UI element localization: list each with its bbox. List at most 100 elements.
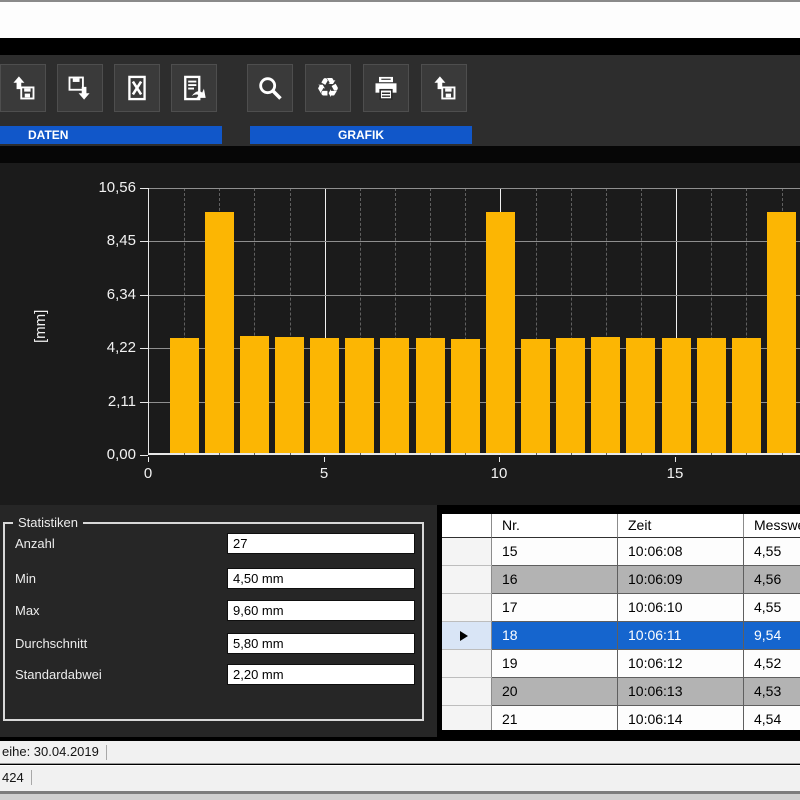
y-axis-tick xyxy=(140,241,148,242)
column-header-nr[interactable]: Nr. xyxy=(492,514,618,538)
cell-zeit[interactable]: 10:06:14 xyxy=(618,706,744,730)
row-selector-cell[interactable] xyxy=(442,706,492,730)
row-selector-cell[interactable] xyxy=(442,566,492,594)
stat-label-durchschnitt: Durchschnitt xyxy=(15,636,87,651)
export-data-button[interactable] xyxy=(171,64,217,112)
current-row-indicator-cell[interactable] xyxy=(442,622,492,650)
save-data-button[interactable] xyxy=(57,64,103,112)
cell-messwert[interactable]: 4,53 xyxy=(744,678,800,706)
cell-nr[interactable]: 18 xyxy=(492,622,618,650)
cell-messwert[interactable]: 4,52 xyxy=(744,650,800,678)
cell-messwert[interactable]: 4,55 xyxy=(744,594,800,622)
series-date-status: eihe: 30.04.2019 xyxy=(0,741,99,763)
row-selector-cell[interactable] xyxy=(442,594,492,622)
separator-band xyxy=(0,38,800,55)
durchschnitt-field[interactable] xyxy=(227,633,415,654)
row-selector-cell[interactable] xyxy=(442,678,492,706)
stat-label-anzahl: Anzahl xyxy=(15,536,55,551)
printer-icon xyxy=(372,74,400,102)
gridline-horizontal xyxy=(149,295,800,296)
bar-2 xyxy=(205,212,234,453)
statistics-title: Statistiken xyxy=(13,515,83,530)
toolbar-group-daten-label: DATEN xyxy=(0,126,222,144)
table-header-row: Nr.ZeitMesswert xyxy=(442,514,800,538)
stat-label-standardabwei: Standardabwei xyxy=(15,667,102,682)
bar-14 xyxy=(626,338,655,453)
status-separator xyxy=(106,745,107,760)
table-row-16[interactable]: 1610:06:094,56 xyxy=(442,566,800,594)
current-row-arrow-icon xyxy=(460,631,468,641)
cell-zeit[interactable]: 10:06:13 xyxy=(618,678,744,706)
bar-11 xyxy=(521,339,550,453)
table-row-18[interactable]: 1810:06:119,54 xyxy=(442,622,800,650)
y-axis-tick-label: 0,00 xyxy=(0,445,136,465)
y-axis-tick-label: 4,22 xyxy=(0,338,136,358)
column-header-messwert[interactable]: Messwert xyxy=(744,514,800,538)
table-row-20[interactable]: 2010:06:134,53 xyxy=(442,678,800,706)
gridline-horizontal xyxy=(149,188,800,189)
cell-zeit[interactable]: 10:06:11 xyxy=(618,622,744,650)
bar-4 xyxy=(275,337,304,453)
x-axis-tick xyxy=(148,457,149,462)
measurements-table[interactable]: Nr.ZeitMesswert1510:06:084,551610:06:094… xyxy=(442,514,800,730)
bar-13 xyxy=(591,337,620,453)
y-axis-tick xyxy=(140,402,148,403)
window-bottom-edge xyxy=(0,794,800,800)
cell-messwert[interactable]: 9,54 xyxy=(744,622,800,650)
x-axis-tick xyxy=(499,457,500,462)
x-axis-tick-label: 15 xyxy=(655,465,695,482)
refresh-button[interactable]: ♻ xyxy=(305,64,351,112)
cell-zeit[interactable]: 10:06:09 xyxy=(618,566,744,594)
print-button[interactable] xyxy=(363,64,409,112)
cell-nr[interactable]: 16 xyxy=(492,566,618,594)
document-curved-arrow-icon xyxy=(180,74,208,102)
zoom-button[interactable] xyxy=(247,64,293,112)
y-axis-tick-label: 8,45 xyxy=(0,231,136,251)
table-row-19[interactable]: 1910:06:124,52 xyxy=(442,650,800,678)
cell-nr[interactable]: 19 xyxy=(492,650,618,678)
row-selector-cell[interactable] xyxy=(442,538,492,566)
y-axis-tick xyxy=(140,188,148,189)
cell-zeit[interactable]: 10:06:08 xyxy=(618,538,744,566)
save-graphic-button[interactable] xyxy=(421,64,467,112)
cell-nr[interactable]: 15 xyxy=(492,538,618,566)
cell-nr[interactable]: 21 xyxy=(492,706,618,730)
y-axis-tick xyxy=(140,455,148,456)
cell-messwert[interactable]: 4,55 xyxy=(744,538,800,566)
y-axis-tick xyxy=(140,295,148,296)
document-x-icon xyxy=(123,74,151,102)
cell-zeit[interactable]: 10:06:10 xyxy=(618,594,744,622)
bar-5 xyxy=(310,338,339,453)
status-separator xyxy=(31,770,32,785)
column-header-zeit[interactable]: Zeit xyxy=(618,514,744,538)
bar-10 xyxy=(486,212,515,453)
statistics-groupbox: Statistiken AnzahlMinMaxDurchschnittStan… xyxy=(3,522,424,721)
x-axis-tick-label: 5 xyxy=(304,465,344,482)
table-row-15[interactable]: 1510:06:084,55 xyxy=(442,538,800,566)
anzahl-field[interactable] xyxy=(227,533,415,554)
standardabwei-field[interactable] xyxy=(227,664,415,685)
row-selector-cell[interactable] xyxy=(442,650,492,678)
table-row-21[interactable]: 2110:06:144,54 xyxy=(442,706,800,730)
cell-nr[interactable]: 20 xyxy=(492,678,618,706)
device-status: 424 xyxy=(0,766,24,790)
separator-band xyxy=(0,146,800,163)
clear-data-button[interactable] xyxy=(114,64,160,112)
bar-1 xyxy=(170,338,199,453)
bar-18 xyxy=(767,212,796,453)
cell-messwert[interactable]: 4,54 xyxy=(744,706,800,730)
load-data-button[interactable] xyxy=(0,64,46,112)
x-axis-tick xyxy=(675,457,676,462)
magnifier-icon xyxy=(256,74,284,102)
max-field[interactable] xyxy=(227,600,415,621)
table-row-17[interactable]: 1710:06:104,55 xyxy=(442,594,800,622)
row-selector-header xyxy=(442,514,492,538)
status-bar-device: 424 xyxy=(0,765,800,791)
status-bar-series: eihe: 30.04.2019 xyxy=(0,741,800,764)
y-axis-tick-label: 10,56 xyxy=(0,178,136,198)
toolbar: DATEN GRAFIK ♻ xyxy=(0,55,800,146)
min-field[interactable] xyxy=(227,568,415,589)
cell-messwert[interactable]: 4,56 xyxy=(744,566,800,594)
cell-zeit[interactable]: 10:06:12 xyxy=(618,650,744,678)
cell-nr[interactable]: 17 xyxy=(492,594,618,622)
